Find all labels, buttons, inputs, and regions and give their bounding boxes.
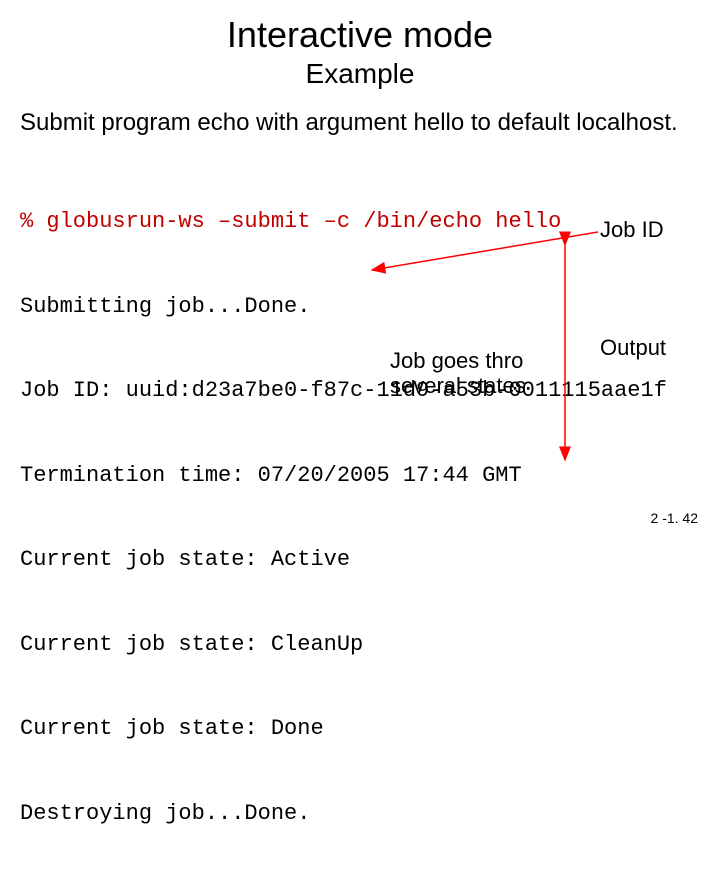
terminal-line: Submitting job...Done. <box>20 293 700 321</box>
annotation-job-states: Job goes thro several states <box>390 348 526 399</box>
terminal-line: Termination time: 07/20/2005 17:44 GMT <box>20 462 700 490</box>
annotation-job-id: Job ID <box>600 217 664 243</box>
terminal-command: % globusrun-ws –submit –c /bin/echo hell… <box>20 208 700 236</box>
annotation-job-states-line2: several states <box>390 373 526 398</box>
slide-number: 2 -1. 42 <box>651 510 698 526</box>
terminal-line: Current job state: Active <box>20 546 700 574</box>
description-text: Submit program echo with argument hello … <box>20 108 700 138</box>
page-title: Interactive mode <box>20 14 700 56</box>
page-subtitle: Example <box>20 58 700 90</box>
terminal-block: % globusrun-ws –submit –c /bin/echo hell… <box>20 152 700 884</box>
slide: Interactive mode Example Submit program … <box>0 0 720 540</box>
terminal-line: Destroying job...Done. <box>20 800 700 828</box>
terminal-line: Job ID: uuid:d23a7be0-f87c-11d9-a53b-001… <box>20 377 700 405</box>
annotation-job-states-line1: Job goes thro <box>390 348 523 373</box>
annotation-output: Output <box>600 335 666 361</box>
terminal-line: Current job state: CleanUp <box>20 631 700 659</box>
terminal-line: Current job state: Done <box>20 715 700 743</box>
